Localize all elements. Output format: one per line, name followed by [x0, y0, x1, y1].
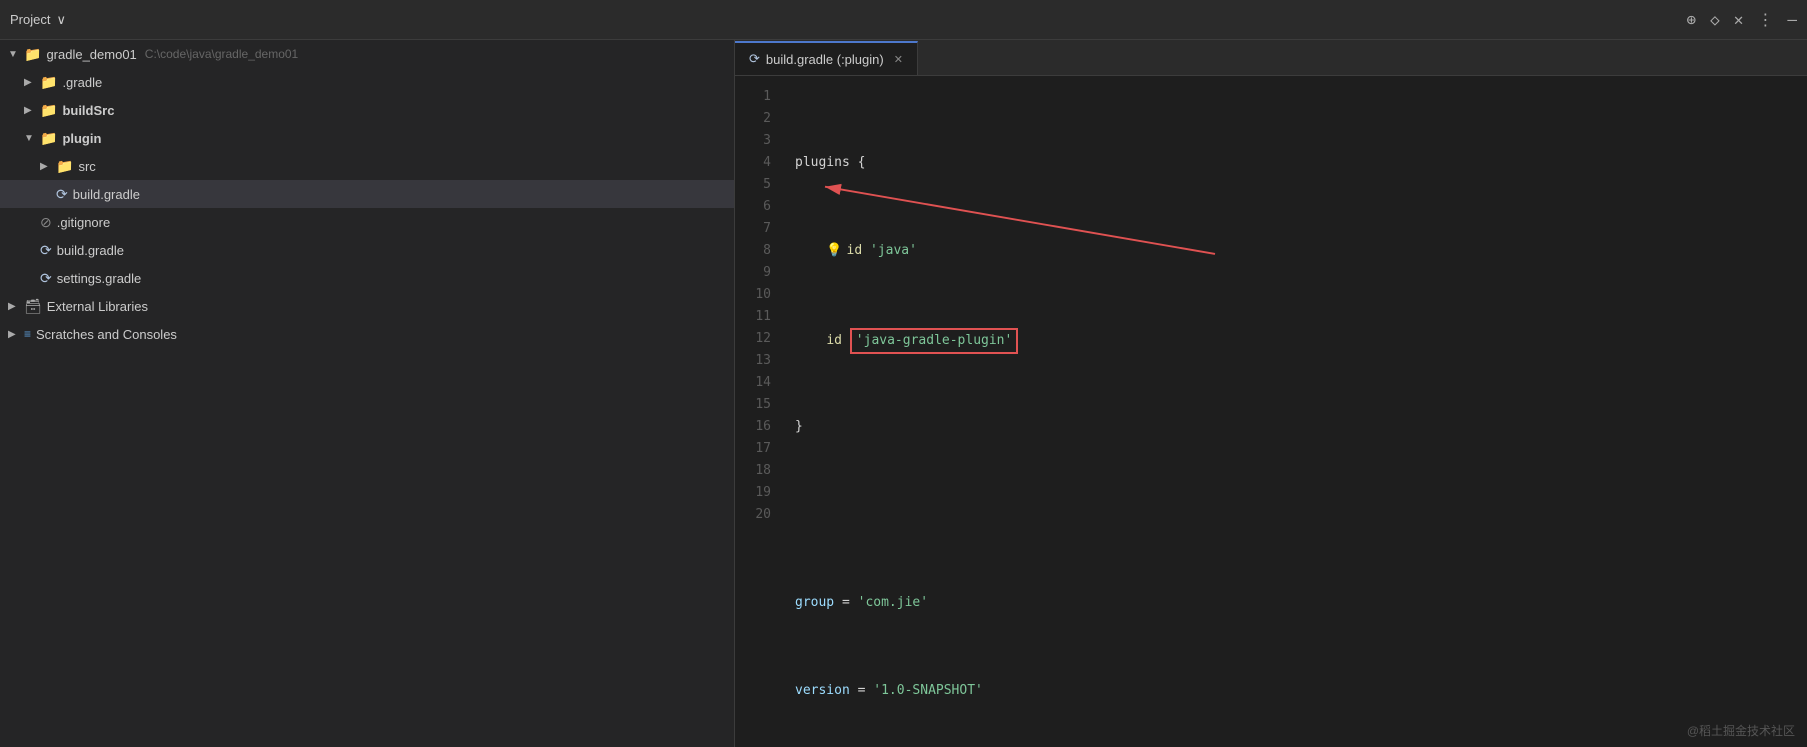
arrow-icon: ▶: [8, 329, 24, 340]
libraries-icon: 🗃: [24, 298, 42, 315]
add-icon[interactable]: ⊕: [1686, 10, 1696, 29]
code-content[interactable]: 1 2 3 4 5 6 7 8 9 10 11 12 13 ▶ 14 15: [735, 76, 1807, 747]
sidebar-item-plugin-build-gradle[interactable]: ⟳ build.gradle: [0, 180, 734, 208]
line-num-11: 11: [735, 306, 771, 328]
line-num-2: 2: [735, 108, 771, 130]
line-num-5: 5: [735, 174, 771, 196]
toolbar-icons: ⊕ ◇ ✕ ⋮ —: [1686, 10, 1797, 29]
tab-close-button[interactable]: ✕: [894, 53, 903, 66]
line-num-14: 14: [735, 372, 771, 394]
sidebar-item-plugin[interactable]: ▼ 📁 plugin: [0, 124, 734, 152]
code-line-2: 💡id 'java': [787, 240, 1807, 262]
arrow-icon: ▶: [24, 77, 40, 88]
gradle-label: .gradle: [62, 75, 102, 90]
code-lines: plugins { 💡id 'java' id 'java-gradle-plu…: [787, 84, 1807, 739]
chevron-icon: ∨: [56, 12, 66, 28]
folder-icon: 📁: [56, 158, 73, 175]
line-num-7: 7: [735, 218, 771, 240]
arrow-icon: ▼: [24, 133, 40, 144]
folder-icon: 📁: [40, 74, 57, 91]
sidebar-item-scratches[interactable]: ▶ ≡ Scratches and Consoles: [0, 320, 734, 348]
arrow-icon: ▶: [40, 161, 56, 172]
line-num-17: 17: [735, 438, 771, 460]
line-num-10: 10: [735, 284, 771, 306]
line-num-4: 4: [735, 152, 771, 174]
folder-icon: 📁: [40, 102, 57, 119]
code-line-3: id 'java-gradle-plugin': [787, 328, 1807, 350]
plugin-label: plugin: [62, 131, 101, 146]
folder-icon: 📁: [40, 130, 57, 147]
scratch-icon: ≡: [24, 327, 31, 341]
arrow-icon: ▶: [24, 105, 40, 116]
line-num-6: 6: [735, 196, 771, 218]
sidebar-item-buildsrc[interactable]: ▶ 📁 buildSrc: [0, 96, 734, 124]
sidebar-item-src[interactable]: ▶ 📁 src: [0, 152, 734, 180]
build-gradle-tab[interactable]: ⟳ build.gradle (:plugin) ✕: [735, 41, 918, 75]
tab-bar: ⟳ build.gradle (:plugin) ✕: [735, 40, 1807, 76]
editor-area: 1 2 3 4 5 6 7 8 9 10 11 12 13 ▶ 14 15: [735, 76, 1807, 747]
project-label: Project: [10, 12, 50, 27]
gradle-file-icon: ⟳: [40, 242, 52, 259]
line-num-9: 9: [735, 262, 771, 284]
editor-wrapper: ⟳ build.gradle (:plugin) ✕ 1 2 3 4 5 6 7…: [735, 40, 1807, 747]
code-line-7: version = '1.0-SNAPSHOT': [787, 680, 1807, 702]
line-num-18: 18 ▶: [735, 460, 771, 482]
line-num-20: 20: [735, 504, 771, 526]
minimize-icon[interactable]: —: [1787, 10, 1797, 29]
gradle-file-icon: ⟳: [56, 186, 68, 203]
title-bar: Project ∨ ⊕ ◇ ✕ ⋮ —: [0, 0, 1807, 40]
line-num-1: 1: [735, 86, 771, 108]
code-line-5: [787, 504, 1807, 526]
gitignore-icon: ⊘: [40, 214, 52, 231]
tab-file-icon: ⟳: [749, 51, 760, 67]
sidebar-item-gitignore[interactable]: ⊘ .gitignore: [0, 208, 734, 236]
sidebar-item-root[interactable]: ▼ 📁 gradle_demo01 C:\code\java\gradle_de…: [0, 40, 734, 68]
sidebar: ▼ 📁 gradle_demo01 C:\code\java\gradle_de…: [0, 40, 735, 747]
line-num-8: 8: [735, 240, 771, 262]
external-libraries-label: External Libraries: [47, 299, 148, 314]
code-line-1: plugins {: [787, 152, 1807, 174]
line-numbers: 1 2 3 4 5 6 7 8 9 10 11 12 13 ▶ 14 15: [735, 84, 787, 739]
folder-icon: 📁: [24, 46, 41, 63]
close-x-icon[interactable]: ✕: [1734, 10, 1744, 29]
line-num-15: 15: [735, 394, 771, 416]
arrow-icon: ▼: [8, 49, 24, 60]
scratches-label: Scratches and Consoles: [36, 327, 177, 342]
plugin-build-gradle-label: build.gradle: [73, 187, 140, 202]
line-num-19: 19: [735, 482, 771, 504]
tab-label: build.gradle (:plugin): [766, 52, 884, 67]
arrow-icon: ▶: [8, 301, 24, 312]
sidebar-item-external-libraries[interactable]: ▶ 🗃 External Libraries: [0, 292, 734, 320]
code-line-6: group = 'com.jie': [787, 592, 1807, 614]
gitignore-label: .gitignore: [57, 215, 110, 230]
main-layout: ▼ 📁 gradle_demo01 C:\code\java\gradle_de…: [0, 40, 1807, 747]
menu-icon[interactable]: ⋮: [1757, 10, 1773, 29]
watermark: @稻土掘金技术社区: [1687, 722, 1795, 739]
sidebar-item-gradle[interactable]: ▶ 📁 .gradle: [0, 68, 734, 96]
line-num-13: 13 ▶: [735, 350, 771, 372]
gradle-file-icon: ⟳: [40, 270, 52, 287]
line-num-12: 12: [735, 328, 771, 350]
sidebar-item-root-build-gradle[interactable]: ⟳ build.gradle: [0, 236, 734, 264]
root-build-gradle-label: build.gradle: [57, 243, 124, 258]
project-title[interactable]: Project ∨: [10, 12, 66, 28]
settings-gradle-label: settings.gradle: [57, 271, 142, 286]
src-label: src: [78, 159, 95, 174]
code-line-4: }: [787, 416, 1807, 438]
diamond-icon[interactable]: ◇: [1710, 10, 1720, 29]
line-num-3: 3: [735, 130, 771, 152]
root-label: gradle_demo01: [46, 47, 136, 62]
root-path: C:\code\java\gradle_demo01: [145, 47, 298, 61]
sidebar-item-settings-gradle[interactable]: ⟳ settings.gradle: [0, 264, 734, 292]
line-num-16: 16: [735, 416, 771, 438]
buildsrc-label: buildSrc: [62, 103, 114, 118]
